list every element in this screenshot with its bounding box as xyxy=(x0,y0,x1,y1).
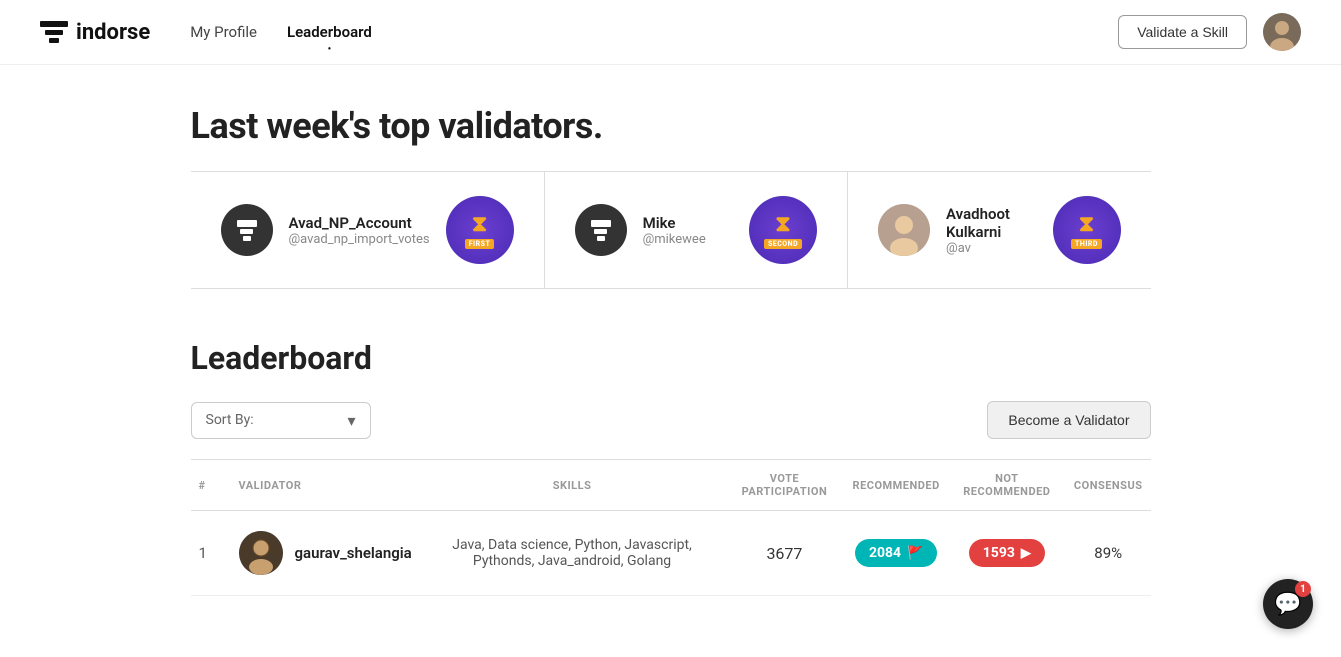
chevron-down-icon: ▾ xyxy=(347,411,355,430)
nav-right: Validate a Skill xyxy=(1118,13,1301,51)
col-consensus: CONSENSUS xyxy=(1066,460,1151,511)
validator-1-avatar xyxy=(221,204,273,256)
logo-text: indorse xyxy=(76,20,150,45)
col-validator: VALIDATOR xyxy=(231,460,420,511)
validate-skill-button[interactable]: Validate a Skill xyxy=(1118,15,1247,49)
top-validators-container: Avad_NP_Account @avad_np_import_votes ⧗ … xyxy=(191,171,1151,289)
thumbs-down-icon: ▶ xyxy=(1021,546,1031,561)
chat-badge-count: 1 xyxy=(1295,581,1311,597)
col-vote-participation: VOTE PARTICIPATION xyxy=(724,460,844,511)
sort-by-dropdown[interactable]: Sort By: ▾ xyxy=(191,402,371,439)
leaderboard-table: # VALIDATOR SKILLS VOTE PARTICIPATION RE… xyxy=(191,459,1151,596)
validator-card-3[interactable]: Avadhoot Kulkarni @av ⧗ THIRD xyxy=(848,172,1150,288)
row-username: gaurav_shelangia xyxy=(295,544,412,562)
col-rank: # xyxy=(191,460,231,511)
logo-icon xyxy=(40,21,68,43)
row-not-recommended: 1593 ▶ xyxy=(948,511,1066,596)
validator-3-avatar xyxy=(878,204,930,256)
sort-by-label: Sort By: xyxy=(206,412,254,428)
validator-3-info: Avadhoot Kulkarni @av xyxy=(946,205,1036,256)
main-content: Last week's top validators. Avad_NP_Acco… xyxy=(171,65,1171,636)
row-user-avatar xyxy=(239,531,283,575)
row-recommended: 2084 🚩 xyxy=(845,511,948,596)
validator-3-handle: @av xyxy=(946,241,1036,256)
row-consensus: 89% xyxy=(1066,511,1151,596)
validator-2-avatar xyxy=(575,204,627,256)
col-not-recommended: NOT RECOMMENDED xyxy=(948,460,1066,511)
validator-2-name: Mike xyxy=(643,214,733,232)
nav-my-profile[interactable]: My Profile xyxy=(190,23,257,41)
validator-3-name: Avadhoot Kulkarni xyxy=(946,205,1036,241)
table-header-row: # VALIDATOR SKILLS VOTE PARTICIPATION RE… xyxy=(191,460,1151,511)
validator-1-name: Avad_NP_Account xyxy=(289,214,430,232)
table-row: 1 gaurav_shelangia xyxy=(191,511,1151,596)
become-validator-button[interactable]: Become a Validator xyxy=(987,401,1150,439)
row-validator: gaurav_shelangia xyxy=(231,511,420,596)
row-vote-participation: 3677 xyxy=(724,511,844,596)
not-recommended-badge: 1593 ▶ xyxy=(969,539,1045,567)
validator-2-handle: @mikewee xyxy=(643,232,733,247)
validator-1-handle: @avad_np_import_votes xyxy=(289,232,430,247)
col-skills: SKILLS xyxy=(420,460,725,511)
top-validators-title: Last week's top validators. xyxy=(191,105,1151,147)
validator-1-badge: ⧗ FIRST xyxy=(446,196,514,264)
user-avatar[interactable] xyxy=(1263,13,1301,51)
validator-3-badge: ⧗ THIRD xyxy=(1053,196,1121,264)
nav-links: My Profile Leaderboard xyxy=(190,23,1118,41)
validator-card-1[interactable]: Avad_NP_Account @avad_np_import_votes ⧗ … xyxy=(191,172,545,288)
col-recommended: RECOMMENDED xyxy=(845,460,948,511)
row-rank: 1 xyxy=(191,511,231,596)
navbar: indorse My Profile Leaderboard Validate … xyxy=(0,0,1341,65)
validator-1-info: Avad_NP_Account @avad_np_import_votes xyxy=(289,214,430,247)
validator-2-badge: ⧗ SECOND xyxy=(749,196,817,264)
chat-widget[interactable]: 💬 1 xyxy=(1263,579,1313,629)
thumbs-up-icon: 🚩 xyxy=(907,546,923,561)
row-skills: Java, Data science, Python, Javascript, … xyxy=(420,511,725,596)
leaderboard-title: Leaderboard xyxy=(191,339,1151,377)
validator-card-2[interactable]: Mike @mikewee ⧗ SECOND xyxy=(545,172,848,288)
recommended-badge: 2084 🚩 xyxy=(855,539,937,567)
validator-2-info: Mike @mikewee xyxy=(643,214,733,247)
logo[interactable]: indorse xyxy=(40,20,150,45)
leaderboard-controls: Sort By: ▾ Become a Validator xyxy=(191,401,1151,439)
nav-leaderboard[interactable]: Leaderboard xyxy=(287,23,372,41)
